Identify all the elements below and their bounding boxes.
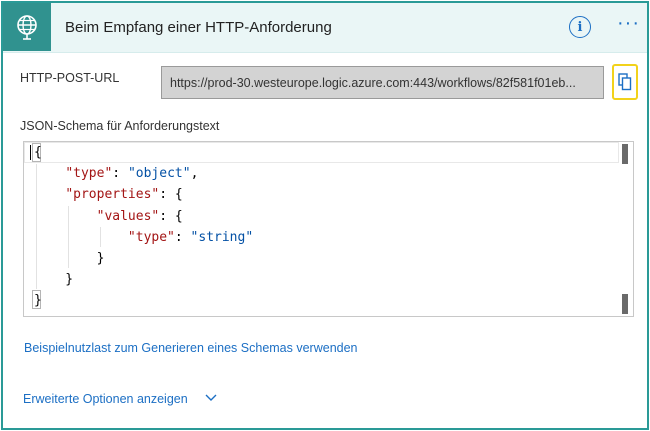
code-line: "type": "string" [127, 230, 254, 245]
card-title: Beim Empfang einer HTTP-Anforderung [65, 19, 332, 36]
json-schema-editor[interactable]: { "type": "object", "properties": { "val… [23, 141, 634, 317]
ellipsis-icon[interactable]: ··· [617, 13, 640, 33]
globe-request-icon [3, 3, 51, 51]
code-line: { [34, 145, 42, 160]
current-line-highlight [24, 142, 619, 163]
scrollbar-marker-top[interactable] [622, 144, 628, 164]
code-line: "properties": { [65, 187, 183, 202]
sample-payload-link[interactable]: Beispielnutzlast zum Generieren eines Sc… [24, 341, 358, 355]
copy-button[interactable] [612, 64, 638, 100]
code-line: } [34, 272, 74, 287]
scrollbar-marker-bottom[interactable] [622, 294, 628, 314]
code-line: } [34, 251, 105, 266]
code-line: "values": { [96, 209, 183, 224]
card-header[interactable]: Beim Empfang einer HTTP-Anforderung i ··… [3, 3, 647, 53]
copy-icon [618, 73, 632, 91]
text-caret [30, 145, 31, 160]
url-label: HTTP-POST-URL [20, 71, 120, 85]
advanced-options-link[interactable]: Erweiterte Optionen anzeigen [23, 392, 188, 406]
code-line: "type": "object", [65, 166, 199, 181]
info-icon[interactable]: i [569, 16, 591, 38]
trigger-card: Beim Empfang einer HTTP-Anforderung i ··… [1, 1, 649, 430]
schema-label: JSON-Schema für Anforderungstext [20, 119, 220, 133]
url-field[interactable]: https://prod-30.westeurope.logic.azure.c… [161, 66, 604, 99]
chevron-down-icon[interactable] [204, 392, 218, 404]
code-line: } [34, 293, 42, 308]
